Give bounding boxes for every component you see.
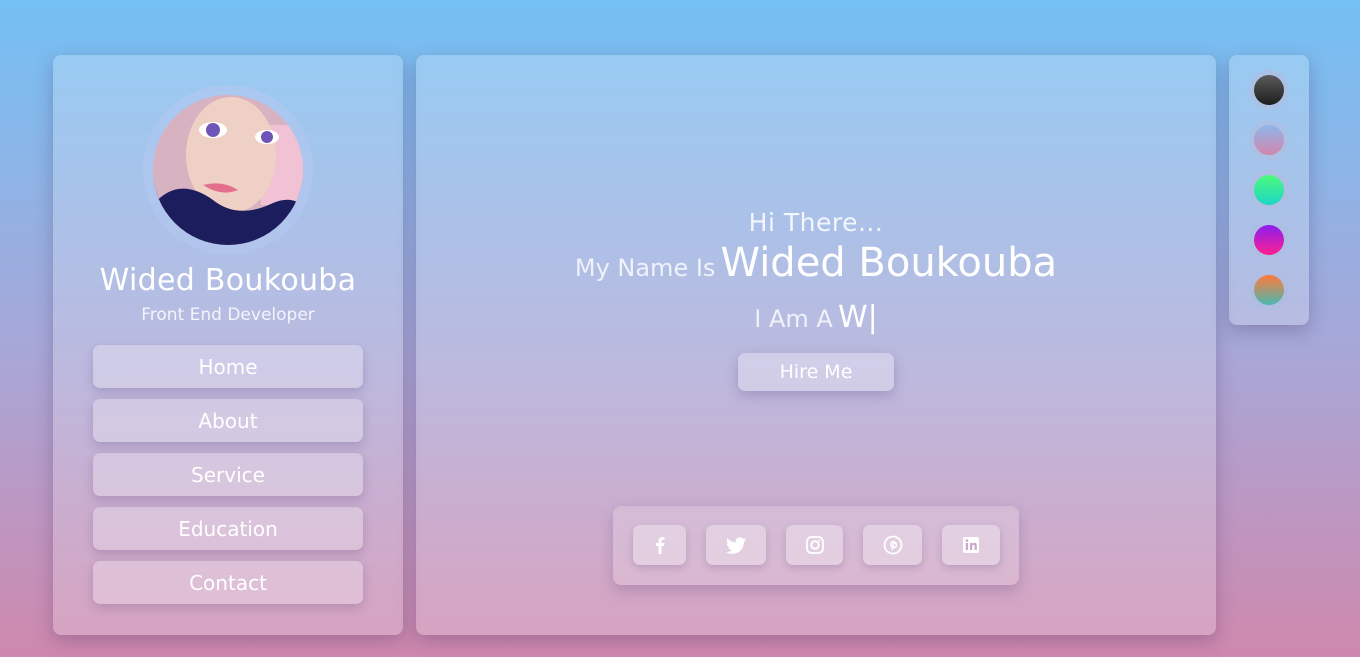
hero-greeting: Hi There...	[748, 208, 884, 237]
hero-name-line: My Name Is Wided Boukouba	[416, 240, 1216, 286]
swatch-color	[1254, 175, 1284, 205]
theme-swatch-orange-teal[interactable]	[1249, 270, 1289, 310]
nav-item-contact[interactable]: Contact	[93, 561, 363, 604]
hero-typed-text: W|	[837, 300, 878, 335]
avatar	[153, 95, 303, 245]
linkedin-icon	[963, 537, 979, 553]
hero-typed-line: I Am A W|	[416, 300, 1216, 335]
hero-name-prefix: My Name Is	[574, 254, 716, 282]
instagram-button[interactable]	[786, 525, 843, 565]
twitter-button[interactable]	[706, 525, 766, 565]
swatch-color	[1254, 75, 1284, 105]
profile-sidebar: Wided Boukouba Front End Developer Home …	[53, 55, 403, 635]
facebook-icon	[655, 537, 664, 554]
nav-item-home[interactable]: Home	[93, 345, 363, 388]
theme-swatch-green-teal[interactable]	[1249, 170, 1289, 210]
hire-me-button[interactable]: Hire Me	[738, 353, 894, 391]
instagram-icon	[805, 536, 824, 554]
linkedin-button[interactable]	[942, 525, 1000, 565]
nav-item-education[interactable]: Education	[93, 507, 363, 550]
theme-swatch-purple-pink[interactable]	[1249, 220, 1289, 260]
profile-role: Front End Developer	[141, 305, 315, 325]
nav-menu: Home About Service Education Contact	[93, 345, 363, 615]
swatch-color	[1254, 225, 1284, 255]
swatch-color	[1254, 275, 1284, 305]
avatar-frame	[143, 85, 313, 255]
pinterest-button[interactable]	[863, 525, 922, 565]
theme-switcher	[1229, 55, 1309, 325]
twitter-icon	[726, 537, 746, 554]
theme-swatch-blue-pink[interactable]	[1249, 120, 1289, 160]
swatch-color	[1254, 125, 1284, 155]
hero-iam-prefix: I Am A	[754, 305, 833, 333]
facebook-button[interactable]	[633, 525, 686, 565]
nav-item-service[interactable]: Service	[93, 453, 363, 496]
social-links-bar	[613, 506, 1019, 585]
nav-item-about[interactable]: About	[93, 399, 363, 442]
profile-name: Wided Boukouba	[99, 263, 357, 298]
pinterest-icon	[883, 535, 902, 555]
hero-name: Wided Boukouba	[720, 240, 1058, 286]
theme-swatch-dark[interactable]	[1249, 70, 1289, 110]
hero-panel: Hi There... My Name Is Wided Boukouba I …	[416, 55, 1216, 635]
